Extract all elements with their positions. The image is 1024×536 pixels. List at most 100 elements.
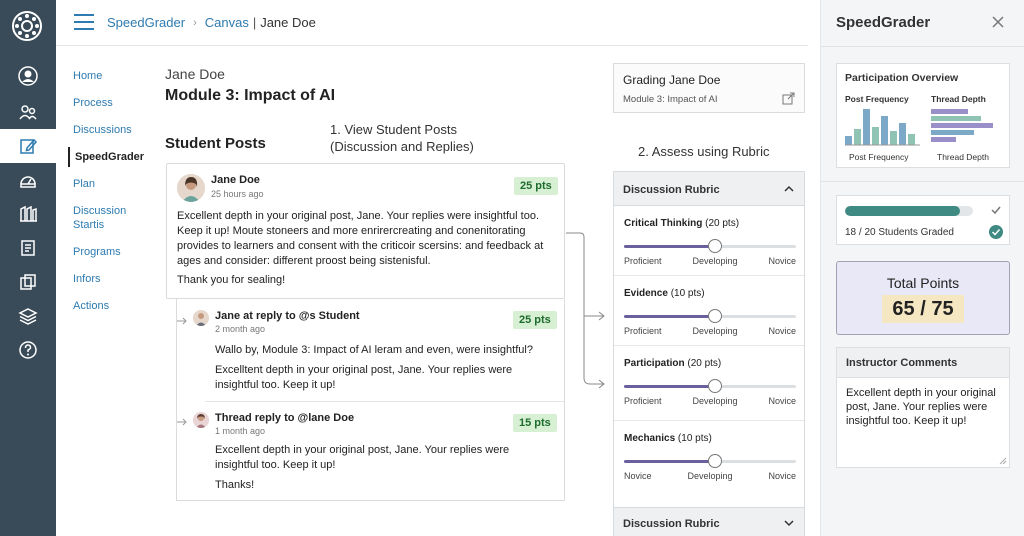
level-label: Proficient bbox=[624, 256, 662, 266]
post-points-badge: 25 pts bbox=[514, 177, 558, 195]
global-nav bbox=[0, 0, 56, 536]
course-nav-home[interactable]: Home bbox=[68, 66, 152, 86]
chevron-up-icon[interactable] bbox=[784, 184, 794, 194]
rubric-criterion: Participation (20 pts) Proficient Develop… bbox=[624, 358, 796, 406]
comments-textarea[interactable]: Excellent depth in your original post, J… bbox=[846, 386, 1006, 428]
reply-points-badge: 25 pts bbox=[513, 311, 557, 329]
criterion-slider[interactable] bbox=[624, 379, 796, 393]
breadcrumb-divider: | bbox=[252, 15, 257, 30]
notes-icon[interactable] bbox=[0, 265, 56, 299]
thread-depth-bar bbox=[931, 137, 956, 142]
canvas-logo[interactable] bbox=[11, 10, 43, 42]
reply-points-badge: 15 pts bbox=[513, 414, 557, 432]
rubric-title: Discussion Rubric bbox=[623, 184, 720, 196]
thread-depth-bar bbox=[931, 109, 968, 114]
post-frequency-bar bbox=[899, 123, 906, 145]
slider-knob[interactable] bbox=[708, 239, 723, 253]
rubric-footer-title: Discussion Rubric bbox=[623, 518, 720, 530]
criterion-slider[interactable] bbox=[624, 239, 796, 253]
external-link-icon[interactable] bbox=[782, 92, 795, 105]
rubric-criterion: Critical Thinking (20 pts) Proficient Dev… bbox=[624, 218, 796, 266]
rubric-header[interactable]: Discussion Rubric bbox=[614, 172, 804, 206]
thread-depth-chart bbox=[931, 109, 993, 142]
criterion-name: Critical Thinking bbox=[624, 218, 703, 229]
students-graded-card: 18 / 20 Students Graded bbox=[836, 195, 1010, 245]
account-icon[interactable] bbox=[0, 59, 56, 93]
speedgrader-panel: SpeedGrader Participation Overview Post … bbox=[820, 0, 1024, 536]
dashboard-icon[interactable] bbox=[0, 163, 56, 197]
module-title: Module 3: Impact of AI bbox=[165, 87, 336, 104]
thread-depth-label: Thread Depth bbox=[931, 94, 986, 104]
criterion-slider[interactable] bbox=[624, 309, 796, 323]
criterion-points: (20 pts) bbox=[705, 218, 740, 229]
people-icon[interactable] bbox=[0, 95, 56, 129]
post-thanks: Thank you for sealing! bbox=[177, 274, 286, 286]
chevron-down-icon[interactable] bbox=[784, 518, 794, 528]
reply-time: 1 month ago bbox=[215, 426, 266, 436]
reply-line-1: Excellent depth in your original post, J… bbox=[215, 444, 510, 471]
post-frequency-bar bbox=[872, 127, 879, 145]
criterion-divider bbox=[614, 420, 804, 421]
course-nav-plan[interactable]: Plan bbox=[68, 174, 152, 194]
course-nav: Home Process Discussions SpeedGrader Pla… bbox=[68, 66, 152, 323]
criterion-name: Mechanics bbox=[624, 433, 676, 444]
slider-knob[interactable] bbox=[708, 379, 723, 393]
document-icon[interactable] bbox=[0, 231, 56, 265]
step-2-label: 2. Assess using Rubric bbox=[638, 144, 770, 159]
slider-knob[interactable] bbox=[708, 309, 723, 323]
help-icon[interactable] bbox=[0, 333, 56, 367]
resize-handle-icon[interactable] bbox=[999, 457, 1007, 465]
slider-knob[interactable] bbox=[708, 454, 723, 468]
level-label: Novice bbox=[768, 471, 796, 481]
close-icon[interactable] bbox=[991, 15, 1005, 29]
reply-divider bbox=[205, 401, 564, 402]
breadcrumb-speedgrader[interactable]: SpeedGrader bbox=[107, 15, 185, 30]
level-label: Novice bbox=[624, 471, 652, 481]
library-icon[interactable] bbox=[0, 197, 56, 231]
reply-line-1: Wallo by, Module 3: Impact of AI leram a… bbox=[215, 344, 533, 356]
grading-card[interactable]: Grading Jane Doe Module 3: Impact of AI bbox=[613, 63, 805, 113]
reply-author[interactable]: Thread reply to @lane Doe bbox=[215, 412, 354, 424]
course-nav-discussion-starts[interactable]: Discussion Startis bbox=[68, 201, 152, 235]
panel-divider bbox=[821, 46, 1024, 47]
breadcrumb: SpeedGrader › Canvas | Jane Doe bbox=[107, 15, 316, 30]
course-nav-process[interactable]: Process bbox=[68, 93, 152, 113]
participation-overview: Participation Overview Post Frequency Th… bbox=[836, 63, 1010, 168]
connector-arrows bbox=[566, 232, 605, 389]
thread-depth-bar bbox=[931, 116, 981, 121]
level-label: Developing bbox=[692, 256, 738, 266]
breadcrumb-course[interactable]: Canvas bbox=[205, 15, 249, 30]
post-frequency-bar bbox=[845, 136, 852, 145]
discussion-post: Jane Doe 25 hours ago 25 pts Excellent d… bbox=[166, 163, 565, 299]
post-frequency-bar bbox=[890, 131, 897, 145]
reply-line-2: Excelltent depth in your original post, … bbox=[215, 364, 513, 391]
avatar bbox=[193, 412, 209, 428]
post-frequency-bar bbox=[881, 116, 888, 145]
avatar bbox=[193, 310, 209, 326]
reply-time: 2 month ago bbox=[215, 324, 266, 334]
student-posts-heading: Student Posts bbox=[165, 135, 266, 152]
reply-author[interactable]: Jane at reply to @s Student bbox=[215, 310, 360, 322]
check-circle-icon bbox=[989, 225, 1003, 239]
course-nav-actions[interactable]: Actions bbox=[68, 296, 152, 316]
criterion-points: (10 pts) bbox=[670, 288, 705, 299]
course-nav-programs[interactable]: Programs bbox=[68, 242, 152, 262]
avatar bbox=[177, 174, 205, 202]
student-name: Jane Doe bbox=[165, 66, 225, 82]
course-nav-discussions[interactable]: Discussions bbox=[68, 120, 152, 140]
hamburger-menu-icon[interactable] bbox=[74, 14, 94, 30]
layers-icon[interactable] bbox=[0, 299, 56, 333]
panel-title: SpeedGrader bbox=[836, 14, 931, 31]
edit-icon[interactable] bbox=[0, 129, 56, 163]
breadcrumb-separator: › bbox=[193, 16, 197, 29]
course-nav-infors[interactable]: Infors bbox=[68, 269, 152, 289]
rubric-footer[interactable]: Discussion Rubric bbox=[614, 507, 804, 536]
panel-divider bbox=[821, 181, 1024, 182]
post-frequency-bar bbox=[854, 129, 861, 145]
criterion-name: Evidence bbox=[624, 288, 668, 299]
post-author[interactable]: Jane Doe bbox=[211, 174, 260, 186]
criterion-slider[interactable] bbox=[624, 454, 796, 468]
post-body: Excellent depth in your original post, J… bbox=[177, 210, 544, 267]
course-nav-speedgrader[interactable]: SpeedGrader bbox=[68, 147, 152, 167]
post-frequency-label: Post Frequency bbox=[845, 94, 909, 104]
